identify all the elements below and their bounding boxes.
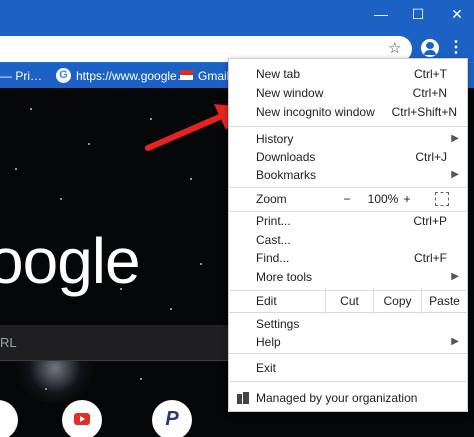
chevron-right-icon: ▶ bbox=[451, 336, 459, 347]
youtube-icon bbox=[74, 413, 90, 425]
bookmark-item-2[interactable]: https://www.google… bbox=[76, 67, 189, 85]
menu-item-downloads[interactable]: Downloads Ctrl+J bbox=[229, 148, 467, 166]
star-decoration bbox=[190, 178, 192, 180]
menu-divider bbox=[229, 381, 467, 382]
menu-divider bbox=[229, 126, 467, 127]
copy-button[interactable]: Copy bbox=[373, 288, 421, 314]
title-bar: — ☐ ✕ bbox=[0, 0, 474, 34]
close-button[interactable]: ✕ bbox=[442, 4, 472, 24]
star-decoration bbox=[88, 143, 90, 145]
bookmark-star-icon[interactable]: ☆ bbox=[388, 39, 401, 57]
shortcut-tile[interactable] bbox=[0, 400, 18, 437]
menu-item-new-tab[interactable]: New tab Ctrl+T bbox=[229, 65, 467, 83]
bookmark-label: Gmail bbox=[198, 69, 230, 83]
cut-button[interactable]: Cut bbox=[325, 288, 373, 314]
menu-item-bookmarks[interactable]: Bookmarks ▶ bbox=[229, 166, 467, 184]
shortcut-paypal[interactable]: P bbox=[152, 400, 192, 437]
menu-divider bbox=[229, 353, 467, 354]
menu-item-cast[interactable]: Cast... bbox=[229, 231, 467, 249]
bookmark-label: https://www.google… bbox=[76, 69, 189, 83]
menu-item-history[interactable]: History ▶ bbox=[229, 130, 467, 148]
gmail-icon bbox=[180, 70, 193, 80]
star-decoration bbox=[30, 108, 32, 110]
zoom-in-button[interactable]: + bbox=[397, 190, 417, 208]
chevron-right-icon: ▶ bbox=[451, 133, 459, 144]
shortcut-youtube[interactable] bbox=[62, 400, 102, 437]
building-icon bbox=[237, 392, 249, 404]
paypal-icon: P bbox=[165, 408, 179, 430]
minimize-button[interactable]: — bbox=[366, 4, 396, 24]
google-logo: oogle bbox=[0, 225, 141, 297]
star-decoration bbox=[140, 378, 142, 380]
menu-item-more-tools[interactable]: More tools ▶ bbox=[229, 268, 467, 286]
menu-item-managed[interactable]: Managed by your organization bbox=[229, 389, 467, 407]
bookmark-item-1[interactable]: — Pri… bbox=[0, 67, 42, 85]
google-icon: G bbox=[56, 68, 71, 83]
menu-item-new-window[interactable]: New window Ctrl+N bbox=[229, 84, 467, 102]
search-input[interactable]: RL bbox=[0, 325, 232, 361]
maximize-button[interactable]: ☐ bbox=[403, 4, 433, 24]
fullscreen-icon[interactable] bbox=[435, 192, 449, 206]
star-decoration bbox=[170, 308, 172, 310]
bookmark-item-3[interactable]: Gmail bbox=[198, 67, 229, 85]
paste-button[interactable]: Paste bbox=[421, 288, 467, 314]
menu-kebab-icon[interactable]: ⋮ bbox=[447, 39, 465, 57]
menu-item-settings[interactable]: Settings bbox=[229, 315, 467, 333]
menu-divider bbox=[229, 312, 467, 313]
chevron-right-icon: ▶ bbox=[451, 169, 459, 180]
menu-item-zoom: Zoom − 100% + bbox=[229, 190, 467, 208]
chevron-right-icon: ▶ bbox=[451, 271, 459, 282]
profile-avatar-icon[interactable] bbox=[421, 39, 439, 57]
chrome-menu: New tab Ctrl+T New window Ctrl+N New inc… bbox=[228, 58, 468, 412]
menu-divider bbox=[229, 187, 467, 188]
zoom-out-button[interactable]: − bbox=[337, 190, 357, 208]
menu-item-edit: Edit Cut Copy Paste bbox=[229, 288, 467, 314]
menu-item-new-incognito-window[interactable]: New incognito window Ctrl+Shift+N bbox=[229, 103, 467, 121]
bookmark-label: — Pri… bbox=[0, 69, 42, 83]
star-decoration bbox=[200, 263, 202, 265]
star-decoration bbox=[15, 168, 17, 170]
menu-item-print[interactable]: Print... Ctrl+P bbox=[229, 212, 467, 230]
search-placeholder: RL bbox=[0, 335, 17, 350]
menu-item-find[interactable]: Find... Ctrl+F bbox=[229, 249, 467, 267]
star-decoration bbox=[60, 198, 62, 200]
menu-item-exit[interactable]: Exit bbox=[229, 359, 467, 377]
menu-item-help[interactable]: Help ▶ bbox=[229, 333, 467, 351]
